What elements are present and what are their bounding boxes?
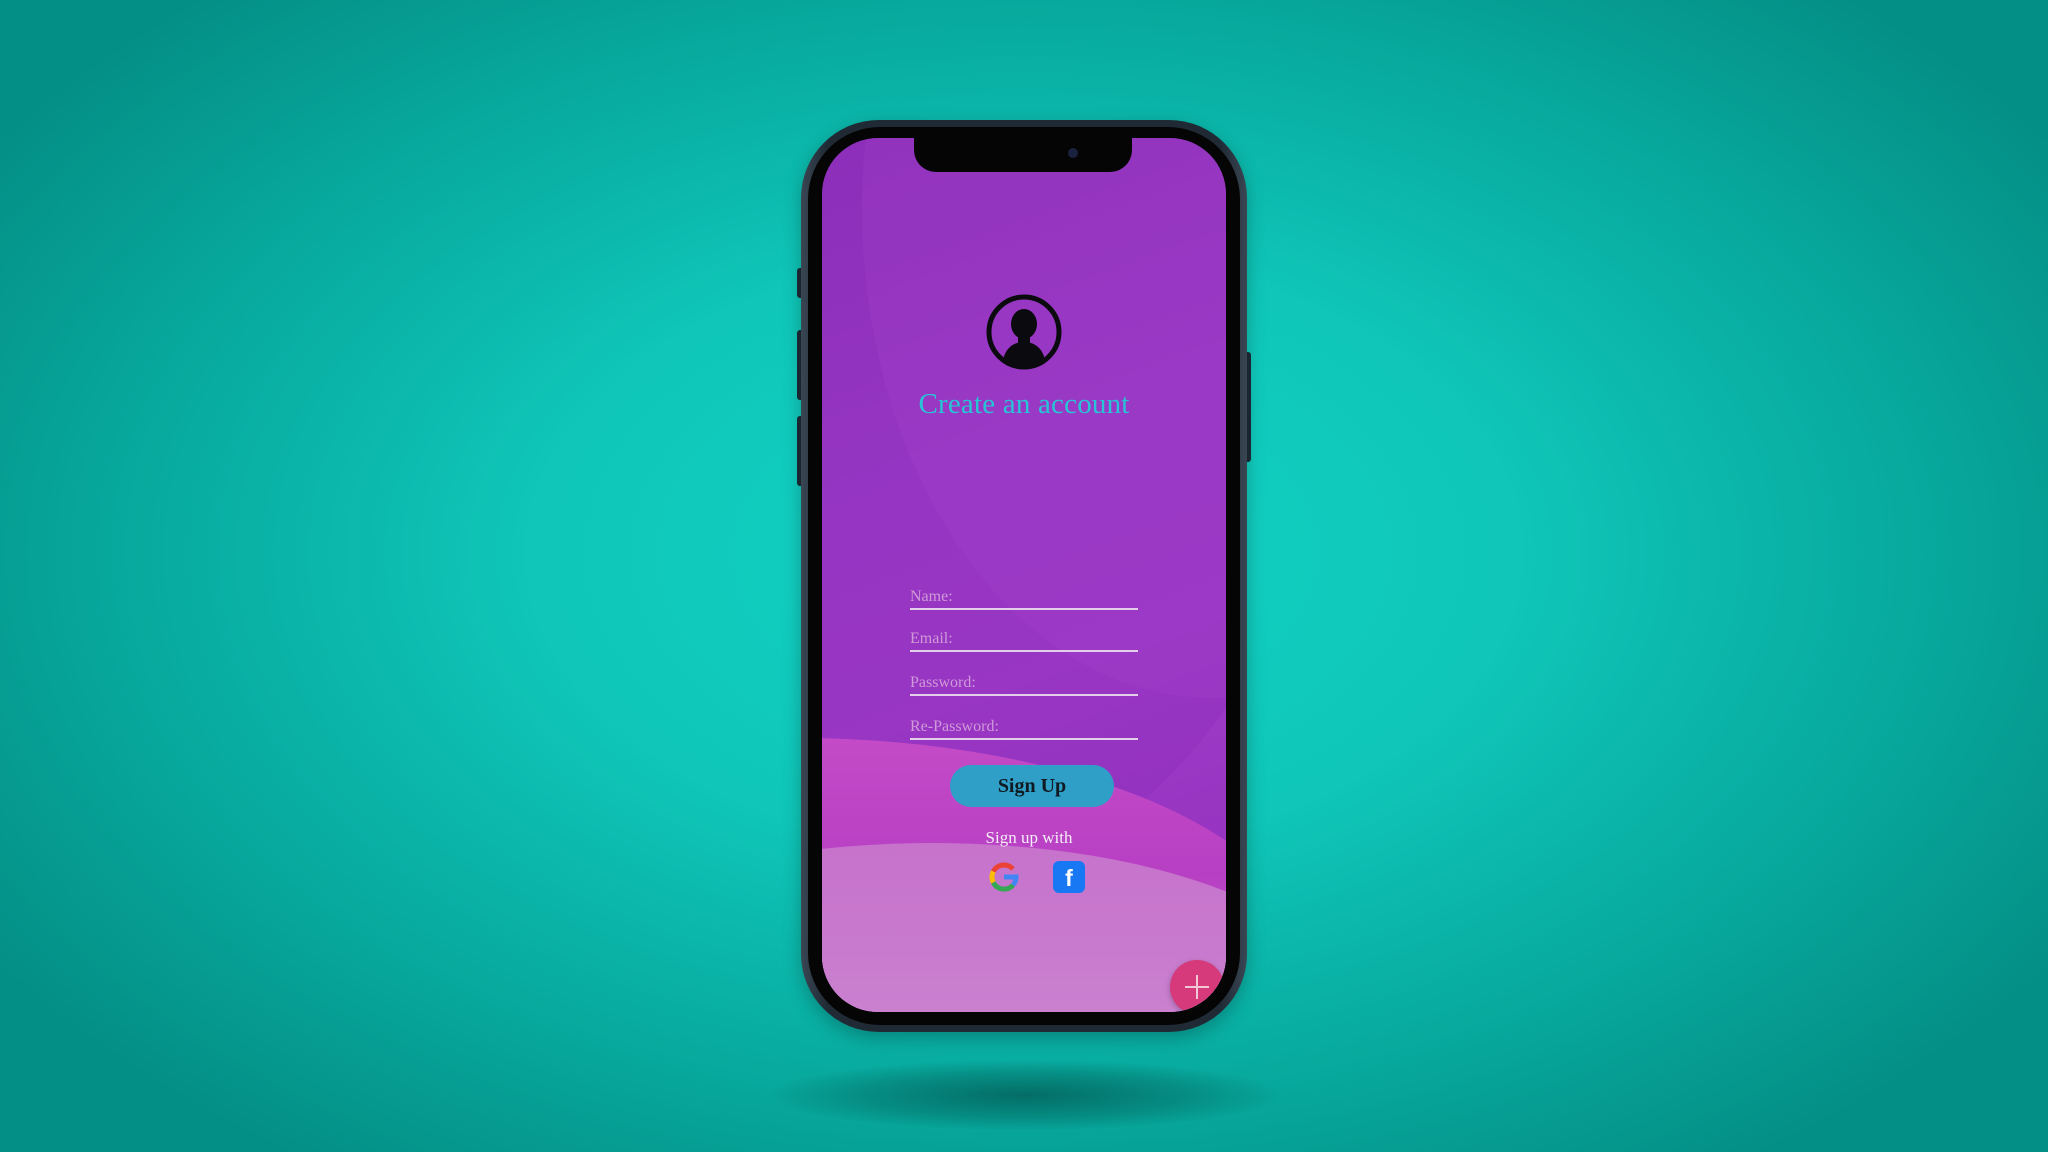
facebook-letter: f bbox=[1065, 865, 1073, 891]
camera-icon bbox=[1068, 148, 1078, 158]
plus-icon bbox=[1185, 975, 1209, 999]
repassword-input[interactable] bbox=[910, 718, 1138, 736]
name-field bbox=[910, 578, 1138, 610]
facebook-icon[interactable]: f bbox=[1053, 861, 1085, 893]
phone-frame: Create an account Sign Up Sign up with bbox=[801, 120, 1247, 1032]
sign-up-with-label: Sign up with bbox=[985, 828, 1073, 847]
page-title: Create an account bbox=[918, 388, 1130, 420]
email-field bbox=[910, 620, 1138, 652]
phone-notch bbox=[914, 138, 1132, 172]
user-avatar-icon bbox=[986, 294, 1062, 370]
add-button[interactable] bbox=[1170, 960, 1224, 1012]
password-field bbox=[910, 664, 1138, 696]
google-icon[interactable] bbox=[987, 860, 1021, 894]
phone-shadow bbox=[770, 1060, 1280, 1130]
password-input[interactable] bbox=[910, 674, 1138, 692]
name-input[interactable] bbox=[910, 588, 1138, 606]
phone-screen: Create an account Sign Up Sign up with bbox=[822, 138, 1226, 1012]
email-input[interactable] bbox=[910, 630, 1138, 648]
repassword-field bbox=[910, 708, 1138, 740]
sign-up-button[interactable]: Sign Up bbox=[950, 765, 1114, 807]
